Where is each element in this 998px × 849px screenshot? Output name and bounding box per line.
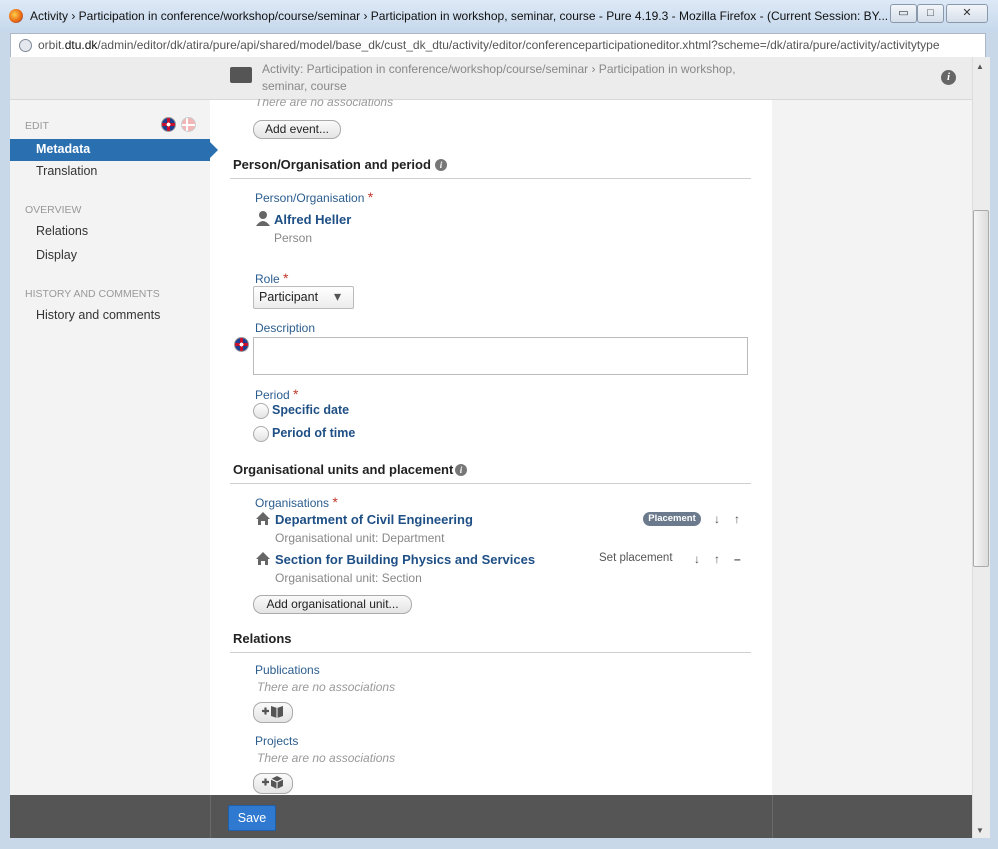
info-icon[interactable]: i xyxy=(435,159,447,171)
briefcase-icon xyxy=(230,67,252,83)
move-up-icon[interactable]: ↑ xyxy=(714,552,720,566)
remove-icon[interactable]: – xyxy=(734,552,741,566)
english-flag-icon[interactable] xyxy=(161,117,176,132)
add-organisational-unit-button[interactable]: Add organisational unit... xyxy=(253,595,412,614)
section-divider xyxy=(230,483,751,484)
minimize-button[interactable]: ▭ xyxy=(890,4,917,23)
required-marker: * xyxy=(293,386,299,402)
add-publication-button[interactable] xyxy=(253,702,293,723)
info-icon[interactable]: i xyxy=(941,70,956,85)
required-marker: * xyxy=(332,494,338,510)
save-button[interactable]: Save xyxy=(228,805,276,831)
person-icon xyxy=(256,211,270,226)
info-icon[interactable]: i xyxy=(455,464,467,476)
firefox-icon xyxy=(9,9,23,23)
placement-badge[interactable]: Placement xyxy=(643,512,701,526)
url-text[interactable]: orbit.dtu.dk/admin/editor/dk/atira/pure/… xyxy=(38,38,940,52)
sidebar-item-translation[interactable]: Translation xyxy=(36,164,97,178)
description-label: Description xyxy=(255,321,316,335)
url-path: /admin/editor/dk/atira/pure/api/shared/m… xyxy=(97,38,940,52)
section-divider xyxy=(230,178,751,179)
person-name-link[interactable]: Alfred Heller xyxy=(274,212,351,227)
danish-flag-icon[interactable] xyxy=(181,117,196,132)
section-title-relations: Relations xyxy=(233,631,292,646)
period-of-time-radio[interactable] xyxy=(253,426,269,442)
editor-header-title: Activity: Participation in conference/wo… xyxy=(262,62,736,93)
english-flag-icon xyxy=(234,337,249,352)
add-book-icon xyxy=(262,706,283,718)
role-select-value: Participant xyxy=(259,290,319,304)
move-down-icon[interactable]: ↓ xyxy=(694,552,700,566)
org-type: Organisational unit: Section xyxy=(275,571,422,585)
person-organisation-label: Person/Organisation * xyxy=(255,189,373,205)
url-host: dtu.dk xyxy=(64,38,98,52)
description-textarea[interactable] xyxy=(253,337,748,375)
move-up-icon[interactable]: ↑ xyxy=(734,512,740,526)
add-project-button[interactable] xyxy=(253,773,293,794)
projects-label: Projects xyxy=(255,734,299,748)
editor-page: Activity: Participation in conference/wo… xyxy=(10,57,972,838)
org-type: Organisational unit: Department xyxy=(275,531,445,545)
sidebar-item-metadata[interactable]: Metadata xyxy=(10,139,218,161)
role-label: Role * xyxy=(255,270,288,286)
role-label-text: Role xyxy=(255,272,280,286)
sidebar-item-label: Metadata xyxy=(36,142,91,156)
sidebar-section-overview: OVERVIEW xyxy=(25,204,82,216)
url-prefix: orbit. xyxy=(38,38,65,52)
sidebar-section-edit: EDIT xyxy=(25,120,49,132)
maximize-button[interactable]: □ xyxy=(917,4,944,23)
section-title-person: Person/Organisation and period xyxy=(233,157,431,172)
role-select[interactable]: Participant ▾ xyxy=(253,286,354,309)
set-placement-link[interactable]: Set placement xyxy=(599,552,673,564)
org-link-building-physics[interactable]: Section for Building Physics and Service… xyxy=(275,552,535,567)
home-icon xyxy=(256,552,270,565)
required-marker: * xyxy=(283,270,289,286)
period-label-text: Period xyxy=(255,388,290,402)
right-panel xyxy=(772,100,972,795)
section-title-organisations: Organisational units and placement xyxy=(233,462,454,477)
org-link-civil-engineering[interactable]: Department of Civil Engineering xyxy=(275,512,473,527)
globe-icon xyxy=(19,39,32,52)
footer-divider xyxy=(210,795,211,838)
sidebar-section-history: HISTORY AND COMMENTS xyxy=(25,288,160,300)
window-title: Activity › Participation in conference/w… xyxy=(30,9,889,23)
scrollbar-thumb[interactable] xyxy=(973,210,989,567)
person-type: Person xyxy=(274,231,313,245)
sidebar-item-display[interactable]: Display xyxy=(36,248,77,262)
move-down-icon[interactable]: ↓ xyxy=(714,512,720,526)
projects-empty-text: There are no associations xyxy=(257,751,396,765)
specific-date-label[interactable]: Specific date xyxy=(272,403,349,417)
add-event-button[interactable]: Add event... xyxy=(253,120,341,139)
organisations-label-text: Organisations xyxy=(255,496,330,510)
footer-bar xyxy=(10,795,972,838)
close-button[interactable]: ✕ xyxy=(946,4,988,23)
sidebar-item-history[interactable]: History and comments xyxy=(36,308,160,322)
chevron-down-icon: ▾ xyxy=(334,288,342,304)
section-divider xyxy=(230,652,751,653)
publications-empty-text: There are no associations xyxy=(257,680,396,694)
period-of-time-label[interactable]: Period of time xyxy=(272,426,355,440)
period-label: Period * xyxy=(255,386,298,402)
home-icon xyxy=(256,512,270,525)
scroll-up-icon[interactable]: ▲ xyxy=(976,62,984,71)
person-organisation-label-text: Person/Organisation xyxy=(255,191,365,205)
required-marker: * xyxy=(367,189,374,205)
scroll-down-icon[interactable]: ▼ xyxy=(976,826,984,835)
specific-date-radio[interactable] xyxy=(253,403,269,419)
add-project-icon xyxy=(262,776,284,789)
organisations-label: Organisations * xyxy=(255,494,338,510)
footer-divider xyxy=(772,795,773,838)
publications-label: Publications xyxy=(255,663,320,677)
sidebar-item-relations[interactable]: Relations xyxy=(36,224,88,238)
